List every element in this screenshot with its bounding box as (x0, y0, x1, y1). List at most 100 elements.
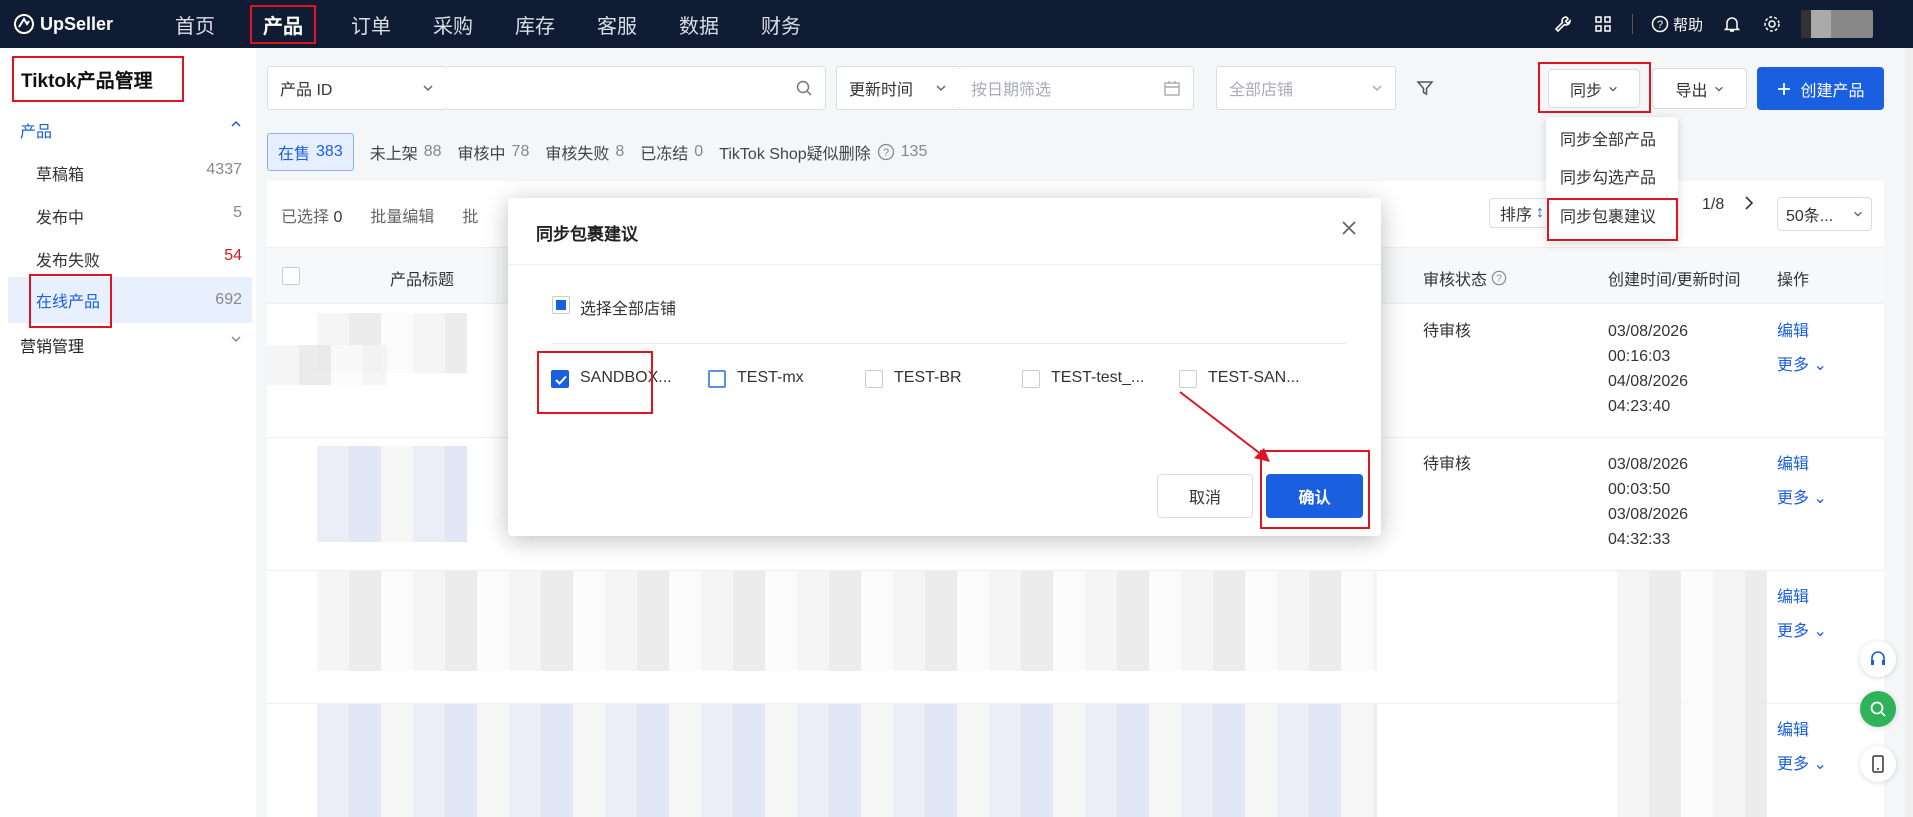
sort-button[interactable]: 排序 ↕ (1489, 198, 1549, 228)
nav-data[interactable]: 数据 (675, 8, 723, 41)
table-action-bar: 已选择 0 批量编辑 批 (281, 203, 478, 227)
store-label: TEST-test_... (1051, 369, 1145, 386)
export-button[interactable]: 导出 (1652, 68, 1747, 109)
store-label: TEST-BR (894, 369, 962, 386)
next-page-chevron-icon[interactable] (1742, 193, 1756, 218)
more-link[interactable]: 更多 ⌄ (1777, 486, 1827, 511)
headset-icon[interactable] (1860, 641, 1896, 677)
more-link[interactable]: 更多 ⌄ (1777, 752, 1827, 777)
tab-review-failed[interactable]: 审核失败 8 (545, 140, 624, 164)
store-label: TEST-SAN... (1208, 369, 1300, 386)
created-time: 00:03:50 (1608, 481, 1671, 498)
top-navbar: UpSeller 首页 产品 订单 采购 库存 客服 数据 财务 ? 帮助 (0, 0, 1913, 48)
brand-logo[interactable]: UpSeller (14, 14, 154, 35)
apps-grid-icon[interactable] (1592, 13, 1614, 35)
store-select[interactable]: 全部店铺 (1216, 66, 1396, 110)
brand-name: UpSeller (40, 13, 114, 34)
edit-link[interactable]: 编辑 (1777, 718, 1809, 743)
store-checkbox-test-mx[interactable] (708, 370, 726, 388)
sidebar-item-count: 5 (233, 204, 242, 221)
time-cell: 03/08/2026 00:03:50 03/08/2026 04:32:33 (1608, 452, 1688, 552)
sidebar-section-marketing[interactable]: 营销管理 (20, 333, 242, 357)
sort-label: 排序 (1500, 207, 1533, 224)
search-icon[interactable] (795, 79, 813, 97)
tab-frozen[interactable]: 已冻结 0 (640, 140, 703, 164)
table-row: 编辑 更多 ⌄ (267, 571, 1884, 704)
bell-icon[interactable] (1721, 13, 1743, 35)
tab-reviewing[interactable]: 审核中 78 (458, 140, 530, 164)
sidebar-item-publish-failed[interactable]: 发布失败 54 (36, 247, 242, 271)
tab-label: 未上架 (369, 146, 418, 163)
nav-inventory[interactable]: 库存 (511, 8, 559, 41)
modal-divider (508, 264, 1381, 265)
wrench-icon[interactable] (1552, 13, 1574, 35)
menu-item-sync-selected[interactable]: 同步勾选产品 (1560, 164, 1656, 188)
create-product-button[interactable]: 创建产品 (1757, 67, 1884, 110)
blurred-product-row (317, 704, 1377, 817)
more-label: 更多 (1777, 490, 1810, 507)
calendar-icon (1164, 81, 1180, 96)
nav-service[interactable]: 客服 (593, 8, 641, 41)
help-link[interactable]: ? 帮助 (1651, 14, 1703, 35)
page-scrollbar[interactable] (1905, 48, 1913, 817)
date-filter-placeholder: 按日期筛选 (971, 82, 1052, 99)
date-filter-input[interactable]: 按日期筛选 (959, 66, 1194, 110)
updated-time: 04:32:33 (1608, 531, 1671, 548)
store-checkbox-test-san[interactable] (1179, 370, 1197, 388)
nav-purchase[interactable]: 采购 (429, 8, 477, 41)
search-input[interactable] (446, 66, 826, 110)
modal-divider (552, 343, 1346, 344)
tab-on-sale[interactable]: 在售 383 (267, 133, 354, 171)
tab-count: 8 (615, 143, 625, 160)
tab-unlisted[interactable]: 未上架 88 (370, 140, 442, 164)
id-type-select[interactable]: 产品 ID (267, 66, 447, 110)
time-cell: 03/08/2026 00:16:03 04/08/2026 04:23:40 (1608, 319, 1688, 419)
select-all-stores-checkbox[interactable] (552, 296, 570, 314)
edit-link[interactable]: 编辑 (1777, 585, 1809, 610)
sidebar-item-label: 发布中 (36, 210, 85, 227)
tab-suspected-deleted[interactable]: TikTok Shop疑似删除? 135 (719, 140, 927, 164)
select-all-stores-label: 选择全部店铺 (580, 301, 677, 318)
created-time: 00:16:03 (1608, 348, 1671, 365)
review-status: 待审核 (1423, 323, 1472, 340)
search-float-icon[interactable] (1860, 691, 1896, 727)
highlight-sandbox-store (537, 351, 653, 414)
store-checkbox-test-test[interactable] (1022, 370, 1040, 388)
close-icon[interactable] (1339, 218, 1359, 238)
nav-home[interactable]: 首页 (171, 8, 219, 41)
help-icon: ? (1651, 15, 1669, 33)
avatar[interactable] (1801, 10, 1873, 38)
sidebar-section-product[interactable]: 产品 (20, 118, 242, 142)
chevron-down-icon (1372, 85, 1382, 92)
more-link[interactable]: 更多 ⌄ (1777, 353, 1827, 378)
sidebar-item-label: 草稿箱 (36, 167, 85, 184)
nav-finance[interactable]: 财务 (757, 8, 805, 41)
batch-edit-button[interactable]: 批量编辑 (370, 203, 434, 227)
mobile-icon[interactable] (1860, 746, 1896, 782)
batch-more-button[interactable]: 批 (462, 203, 478, 227)
time-type-select[interactable]: 更新时间 (836, 66, 960, 110)
nav-orders[interactable]: 订单 (347, 8, 395, 41)
highlight-sync-button (1538, 62, 1651, 113)
tab-label: 审核中 (457, 146, 506, 163)
sidebar-item-publishing[interactable]: 发布中 5 (36, 204, 242, 228)
chevron-up-icon (231, 120, 241, 127)
page-size-select[interactable]: 50条... (1777, 197, 1872, 231)
cancel-button[interactable]: 取消 (1157, 474, 1253, 518)
tab-count: 0 (694, 143, 704, 160)
menu-item-sync-all[interactable]: 同步全部产品 (1560, 126, 1656, 150)
filter-icon[interactable] (1415, 78, 1435, 103)
table-row: 编辑 更多 ⌄ (267, 704, 1884, 817)
nav-product[interactable]: 产品 (250, 4, 316, 44)
edit-link[interactable]: 编辑 (1777, 452, 1809, 477)
gear-icon[interactable] (1761, 13, 1783, 35)
sidebar: Tiktok产品管理 产品 草稿箱 4337 发布中 5 发布失败 54 在线产… (0, 48, 256, 817)
chevron-down-icon (231, 336, 241, 343)
created-date: 03/08/2026 (1608, 456, 1689, 473)
selected-label: 已选择 (281, 209, 330, 226)
sidebar-item-drafts[interactable]: 草稿箱 4337 (36, 161, 242, 185)
edit-link[interactable]: 编辑 (1777, 319, 1809, 344)
select-all-rows-checkbox[interactable] (282, 267, 300, 285)
more-link[interactable]: 更多 ⌄ (1777, 619, 1827, 644)
store-checkbox-test-br[interactable] (865, 370, 883, 388)
